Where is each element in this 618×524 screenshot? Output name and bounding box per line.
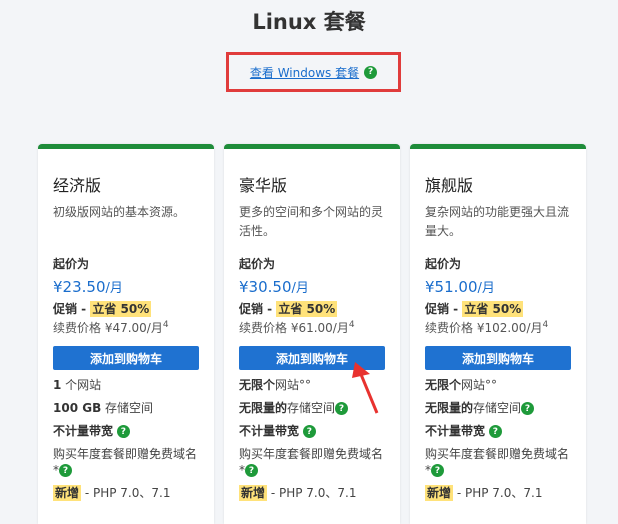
renewal-price: 续费价格 ¥102.00/月4: [425, 319, 571, 336]
plan-price: ¥30.50/月: [239, 277, 385, 296]
plan-description: 复杂网站的功能更强大且流量大。: [425, 205, 570, 238]
plan-price: ¥51.00/月: [425, 277, 571, 296]
renewal-text: 续费价格 ¥47.00/月: [53, 321, 163, 335]
plan-card: 豪华版 更多的空间和多个网站的灵活性。 起价为 ¥30.50/月 促销 - 立省…: [224, 144, 400, 524]
footnote: 4: [542, 320, 549, 330]
from-label: 起价为: [239, 257, 276, 271]
add-to-cart-button[interactable]: 添加到购物车: [425, 346, 571, 370]
price-value: ¥51.00: [425, 278, 478, 296]
price-value: ¥30.50: [239, 278, 292, 296]
new-badge: 新增: [425, 485, 454, 501]
from-label: 起价为: [53, 257, 90, 271]
feature-domain: 购买年度套餐即赠免费域名 *?: [425, 446, 571, 478]
price-unit: /月: [105, 281, 123, 296]
plan-name: 旗舰版: [425, 176, 474, 195]
feature-text: - PHP 7.0、7.1: [81, 486, 171, 500]
promo: 促销 - 立省 50%: [239, 300, 385, 317]
help-icon[interactable]: ?: [116, 425, 130, 438]
promo-discount: 立省 50%: [90, 301, 152, 317]
plan-card: 经济版 初级版网站的基本资源。 起价为 ¥23.50/月 促销 - 立省 50%…: [38, 144, 214, 524]
windows-link-highlight: 查看 Windows 套餐 ?: [226, 52, 401, 92]
feature-storage: 100 GB 存储空间: [53, 400, 199, 416]
help-icon[interactable]: ?: [245, 464, 258, 477]
renewal-text: 续费价格 ¥102.00/月: [425, 321, 543, 335]
help-icon[interactable]: ?: [59, 464, 72, 477]
feature-domain: 购买年度套餐即赠免费域名 *?: [239, 446, 385, 478]
promo-discount: 立省 50%: [276, 301, 338, 317]
windows-plans-link[interactable]: 查看 Windows 套餐: [250, 64, 359, 81]
feature-text: 存储空间: [101, 401, 154, 415]
plan-description: 初级版网站的基本资源。: [53, 205, 186, 219]
promo-label: 促销 -: [53, 302, 91, 316]
promo-discount: 立省 50%: [462, 301, 524, 317]
renewal-price: 续费价格 ¥61.00/月4: [239, 319, 385, 336]
help-icon[interactable]: ?: [488, 425, 502, 438]
feature-php: 新增 - PHP 7.0、7.1: [53, 485, 199, 501]
footnote: 4: [162, 320, 169, 330]
help-icon[interactable]: ?: [431, 464, 444, 477]
footnote: 4: [348, 320, 355, 330]
feature-sites: 1 个网站: [53, 377, 199, 393]
promo: 促销 - 立省 50%: [425, 300, 571, 317]
feature-text: 个网站: [61, 378, 102, 392]
price-unit: /月: [291, 281, 309, 296]
feature-text: - PHP 7.0、7.1: [267, 486, 357, 500]
feature-strong: 不计量带宽: [53, 424, 114, 438]
feature-strong: 不计量带宽: [239, 424, 300, 438]
feature-php: 新增 - PHP 7.0、7.1: [425, 485, 571, 501]
feature-strong: 无限量的: [425, 401, 474, 415]
plan-description: 更多的空间和多个网站的灵活性。: [239, 205, 384, 238]
plan-card: 旗舰版 复杂网站的功能更强大且流量大。 起价为 ¥51.00/月 促销 - 立省…: [410, 144, 586, 524]
feature-strong: 无限个: [239, 378, 276, 392]
feature-storage: 无限量的存储空间?: [425, 400, 571, 416]
feature-text: 购买年度套餐即赠免费域名: [425, 447, 570, 461]
feature-text: 网站°°: [461, 378, 498, 392]
new-badge: 新增: [53, 485, 82, 501]
feature-strong: 无限量的: [239, 401, 288, 415]
feature-sites: 无限个网站°°: [425, 377, 571, 393]
feature-bandwidth: 不计量带宽 ?: [425, 423, 571, 439]
from-label: 起价为: [425, 257, 462, 271]
feature-bandwidth: 不计量带宽 ?: [239, 423, 385, 439]
feature-text: 购买年度套餐即赠免费域名: [239, 447, 384, 461]
feature-text: 存储空间: [473, 401, 522, 415]
feature-strong: 100 GB: [53, 401, 102, 415]
help-icon[interactable]: ?: [364, 65, 378, 79]
page-title: Linux 套餐: [252, 10, 366, 34]
feature-text: - PHP 7.0、7.1: [453, 486, 543, 500]
add-to-cart-button[interactable]: 添加到购物车: [53, 346, 199, 370]
help-icon[interactable]: ?: [521, 402, 535, 415]
feature-strong: 无限个: [425, 378, 462, 392]
new-badge: 新增: [239, 485, 268, 501]
plan-name: 豪华版: [239, 176, 288, 195]
plan-price: ¥23.50/月: [53, 277, 199, 296]
feature-text: 网站°°: [275, 378, 312, 392]
feature-bandwidth: 不计量带宽 ?: [53, 423, 199, 439]
price-unit: /月: [477, 281, 495, 296]
price-value: ¥23.50: [53, 278, 106, 296]
promo-label: 促销 -: [425, 302, 463, 316]
red-arrow-annotation: [352, 362, 379, 414]
renewal-price: 续费价格 ¥47.00/月4: [53, 319, 199, 336]
feature-php: 新增 - PHP 7.0、7.1: [239, 485, 385, 501]
feature-domain: 购买年度套餐即赠免费域名 *?: [53, 446, 199, 478]
feature-strong: 不计量带宽: [425, 424, 486, 438]
feature-text: 购买年度套餐即赠免费域名: [53, 447, 198, 461]
promo-label: 促销 -: [239, 302, 277, 316]
renewal-text: 续费价格 ¥61.00/月: [239, 321, 349, 335]
promo: 促销 - 立省 50%: [53, 300, 199, 317]
help-icon[interactable]: ?: [302, 425, 316, 438]
feature-text: 存储空间: [287, 401, 336, 415]
plan-name: 经济版: [53, 176, 102, 195]
